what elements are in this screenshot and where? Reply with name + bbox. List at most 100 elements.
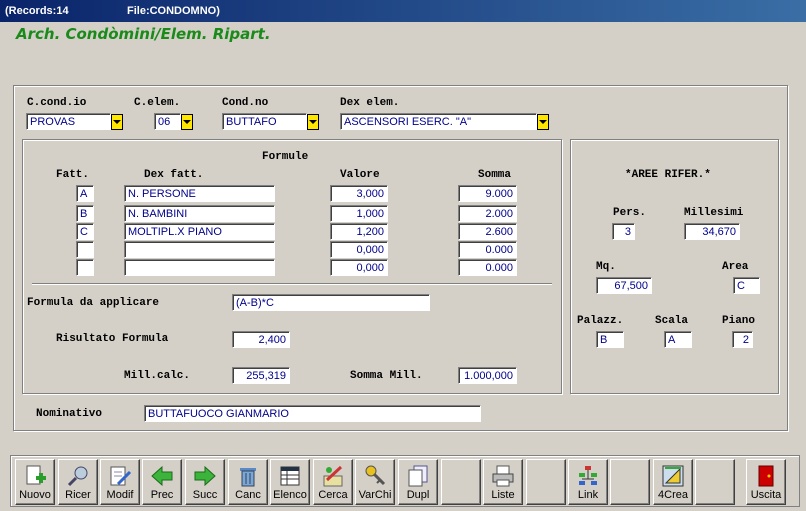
varchi-label: VarChi [358,489,392,501]
magnifier-icon [66,464,90,488]
scala-label: Scala [655,315,689,327]
somma-field[interactable]: 0.000 [458,241,517,258]
elenco-button[interactable]: Elenco [270,459,310,505]
col-fatt-header: Fatt. [56,169,90,181]
modif-label: Modif [106,489,134,501]
search-pen-icon [321,464,345,488]
edit-document-icon [108,464,132,488]
ricer-label: Ricer [65,489,91,501]
c-elem-field[interactable]: 06 [154,113,181,130]
cond-no-field[interactable]: BUTTAFO [222,113,307,130]
nominativo-label: Nominativo [36,408,103,420]
valore-field[interactable]: 1,200 [330,223,388,240]
records-count: (Records:14 [5,5,69,17]
dropdown-arrow-icon[interactable] [537,114,549,130]
scala-field[interactable]: A [664,331,692,348]
liste-button[interactable]: Liste [483,459,523,505]
modif-button[interactable]: Modif [100,459,140,505]
ricer-button[interactable]: Ricer [58,459,98,505]
millesimi-field[interactable]: 34,670 [684,223,740,240]
uscita-label: Uscita [750,489,782,501]
somma-mill-field[interactable]: 1.000,000 [458,367,517,384]
nuovo-button[interactable]: Nuovo [15,459,55,505]
palazz-field[interactable]: B [596,331,624,348]
dex-elem-combo[interactable]: ASCENSORI ESERC. "A" [340,113,550,131]
fatt-field[interactable]: C [76,223,94,240]
piano-field[interactable]: 2 [732,331,753,348]
liste-label: Liste [491,489,515,501]
somma-field[interactable]: 2.600 [458,223,517,240]
formula-field[interactable]: (A-B)*C [232,294,430,311]
prec-label: Prec [150,489,174,501]
link-label: Link [577,489,599,501]
dropdown-arrow-icon[interactable] [111,114,123,130]
mq-field[interactable]: 67,500 [596,277,652,294]
file-name: File:CONDOMNO) [127,5,220,17]
page-title: Arch. Condòmini/Elem. Ripart. [16,25,271,43]
dupl-button[interactable]: Dupl [398,459,438,505]
succ-label: Succ [192,489,218,501]
mill-calc-field[interactable]: 255,319 [232,367,290,384]
fatt-field[interactable]: A [76,185,94,202]
empty-slot-button[interactable] [695,459,735,505]
canc-button[interactable]: Canc [228,459,268,505]
nominativo-field[interactable]: BUTTAFUOCO GIANMARIO [144,405,481,422]
c-elem-label: C.elem. [134,97,181,109]
valore-field[interactable]: 0,000 [330,259,388,276]
new-document-icon [23,464,47,488]
palazz-label: Palazz. [577,315,624,327]
dex-fatt-field[interactable]: N. PERSONE [124,185,275,202]
title-bar: (Records:14 File:CONDOMNO) [0,0,806,22]
dex-fatt-field[interactable]: MOLTIPL.X PIANO [124,223,275,240]
pers-label: Pers. [613,207,647,219]
c-cond-field[interactable]: PROVAS [26,113,111,130]
cerca-button[interactable]: Cerca [313,459,353,505]
arrow-left-icon [150,464,174,488]
fatt-field[interactable] [76,241,94,258]
millesimi-label: Millesimi [684,207,744,219]
exit-door-icon [754,464,778,488]
pers-field[interactable]: 3 [612,223,635,240]
divider [32,283,552,285]
empty-slot-button[interactable] [441,459,481,505]
dropdown-arrow-icon[interactable] [181,114,193,130]
somma-field[interactable]: 2.000 [458,205,517,222]
dex-elem-field[interactable]: ASCENSORI ESERC. "A" [340,113,537,130]
dex-fatt-field[interactable] [124,259,275,276]
cerca-label: Cerca [318,489,348,501]
keys-icon [363,464,387,488]
area-field[interactable]: C [733,277,760,294]
prec-button[interactable]: Prec [142,459,182,505]
varchi-button[interactable]: VarChi [355,459,395,505]
dex-fatt-field[interactable]: N. BAMBINI [124,205,275,222]
dropdown-arrow-icon[interactable] [307,114,319,130]
aree-title: *AREE RIFER.* [625,169,711,181]
link-button[interactable]: Link [568,459,608,505]
c-cond-label: C.cond.io [27,97,87,109]
uscita-button[interactable]: Uscita [746,459,786,505]
area-label: Area [722,261,749,273]
valore-field[interactable]: 3,000 [330,185,388,202]
risultato-field[interactable]: 2,400 [232,331,290,348]
somma-field[interactable]: 9.000 [458,185,517,202]
empty-slot-button[interactable] [610,459,650,505]
valore-field[interactable]: 1,000 [330,205,388,222]
c-elem-combo[interactable]: 06 [154,113,196,131]
link-grid-icon [576,464,600,488]
fatt-field[interactable]: B [76,205,94,222]
succ-button[interactable]: Succ [185,459,225,505]
cond-no-combo[interactable]: BUTTAFO [222,113,320,131]
dupl-label: Dupl [406,489,430,501]
fatt-field[interactable] [76,259,94,276]
dex-fatt-field[interactable] [124,241,275,258]
empty-slot-button[interactable] [526,459,566,505]
somma-field[interactable]: 0.000 [458,259,517,276]
trash-icon [236,464,260,488]
col-dex-header: Dex fatt. [144,169,204,181]
risultato-label: Risultato Formula [56,333,169,345]
crea4-button[interactable]: 4Crea [653,459,693,505]
c-cond-combo[interactable]: PROVAS [26,113,124,131]
list-table-icon [278,464,302,488]
valore-field[interactable]: 0,000 [330,241,388,258]
nuovo-label: Nuovo [19,489,51,501]
